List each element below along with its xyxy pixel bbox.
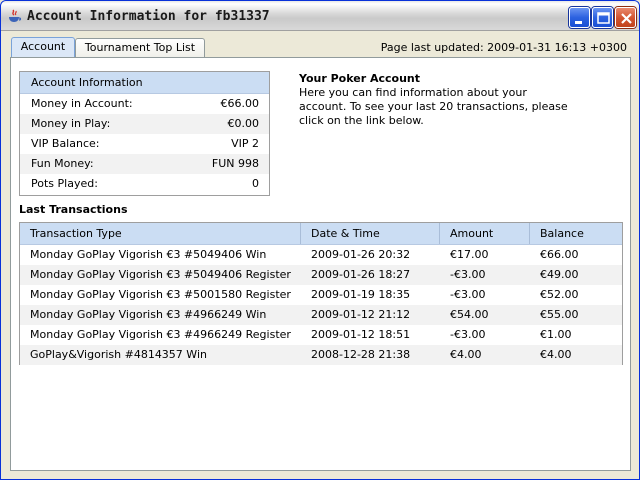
column-header-transaction-type[interactable]: Transaction Type (20, 223, 301, 244)
cell-date-time: 2009-01-26 20:32 (311, 248, 411, 261)
account-window: Account Information for fb31337 Account … (0, 0, 640, 480)
table-row[interactable]: Monday GoPlay Vigorish €3 #5001580 Regis… (20, 285, 622, 305)
cell-transaction-type: Monday GoPlay Vigorish €3 #5001580 Regis… (30, 288, 291, 301)
account-row-money: Money in Account: €66.00 (20, 94, 269, 114)
maximize-icon (597, 12, 610, 24)
column-header-amount[interactable]: Amount (440, 223, 530, 244)
last-updated-text: Page last updated: 2009-01-31 16:13 +030… (380, 41, 627, 54)
cell-balance: €52.00 (540, 288, 579, 301)
account-row-value: €0.00 (227, 117, 260, 130)
account-row-vip: VIP Balance: VIP 2 (20, 134, 269, 154)
cell-balance: €4.00 (540, 348, 572, 361)
column-header-balance[interactable]: Balance (530, 223, 622, 244)
cell-transaction-type: Monday GoPlay Vigorish €3 #5049406 Win (30, 248, 267, 261)
tab-account[interactable]: Account (11, 37, 75, 58)
cell-amount: -€3.00 (450, 268, 486, 281)
cell-transaction-type: GoPlay&Vigorish #4814357 Win (30, 348, 207, 361)
cell-date-time: 2009-01-19 18:35 (311, 288, 411, 301)
account-row-fun-money: Fun Money: FUN 998 (20, 154, 269, 174)
account-row-value: VIP 2 (231, 137, 259, 150)
cell-amount: -€3.00 (450, 328, 486, 341)
account-row-label: Pots Played: (31, 177, 98, 190)
table-row[interactable]: Monday GoPlay Vigorish €3 #5049406 Regis… (20, 265, 622, 285)
minimize-button[interactable] (569, 7, 590, 28)
transactions-table: Transaction Type Date & Time Amount Bala… (19, 222, 623, 365)
table-row[interactable]: Monday GoPlay Vigorish €3 #4966249 Win 2… (20, 305, 622, 325)
account-row-label: VIP Balance: (31, 137, 100, 150)
transactions-header-row: Transaction Type Date & Time Amount Bala… (20, 223, 622, 245)
minimize-icon (575, 21, 582, 24)
cell-date-time: 2008-12-28 21:38 (311, 348, 411, 361)
window-title: Account Information for fb31337 (27, 9, 270, 24)
account-row-value: FUN 998 (211, 157, 259, 170)
java-cup-icon (9, 9, 22, 22)
table-row[interactable]: Monday GoPlay Vigorish €3 #4966249 Regis… (20, 325, 622, 345)
title-bar[interactable]: Account Information for fb31337 (1, 1, 639, 31)
last-transactions-label: Last Transactions (19, 203, 128, 216)
maximize-button[interactable] (592, 7, 613, 28)
cell-transaction-type: Monday GoPlay Vigorish €3 #4966249 Win (30, 308, 267, 321)
close-button[interactable] (615, 7, 636, 28)
close-icon (621, 13, 632, 24)
cell-date-time: 2009-01-12 21:12 (311, 308, 411, 321)
tab-content-panel: Account Information Money in Account: €6… (10, 57, 631, 471)
table-row[interactable]: GoPlay&Vigorish #4814357 Win 2008-12-28 … (20, 345, 622, 365)
account-row-label: Money in Play: (31, 117, 111, 130)
cell-date-time: 2009-01-12 18:51 (311, 328, 411, 341)
cell-transaction-type: Monday GoPlay Vigorish €3 #5049406 Regis… (30, 268, 291, 281)
account-info-header: Account Information (20, 72, 269, 94)
cell-balance: €1.00 (540, 328, 572, 341)
poker-account-description: Here you can find information about your… (299, 86, 568, 127)
tab-tournament-top-list[interactable]: Tournament Top List (75, 38, 205, 57)
cell-balance: €55.00 (540, 308, 579, 321)
account-info-table: Account Information Money in Account: €6… (19, 71, 270, 196)
account-row-in-play: Money in Play: €0.00 (20, 114, 269, 134)
cell-balance: €49.00 (540, 268, 579, 281)
cell-amount: €17.00 (450, 248, 489, 261)
cell-balance: €66.00 (540, 248, 579, 261)
account-row-value: €66.00 (220, 97, 260, 110)
account-row-value: 0 (252, 177, 259, 190)
account-row-label: Fun Money: (31, 157, 94, 170)
table-row[interactable]: Monday GoPlay Vigorish €3 #5049406 Win 2… (20, 245, 622, 265)
account-row-label: Money in Account: (31, 97, 133, 110)
cell-amount: -€3.00 (450, 288, 486, 301)
account-row-pots-played: Pots Played: 0 (20, 174, 269, 194)
cell-transaction-type: Monday GoPlay Vigorish €3 #4966249 Regis… (30, 328, 291, 341)
cell-amount: €4.00 (450, 348, 482, 361)
column-header-date-time[interactable]: Date & Time (301, 223, 440, 244)
cell-amount: €54.00 (450, 308, 489, 321)
poker-account-title: Your Poker Account (299, 72, 420, 85)
cell-date-time: 2009-01-26 18:27 (311, 268, 411, 281)
